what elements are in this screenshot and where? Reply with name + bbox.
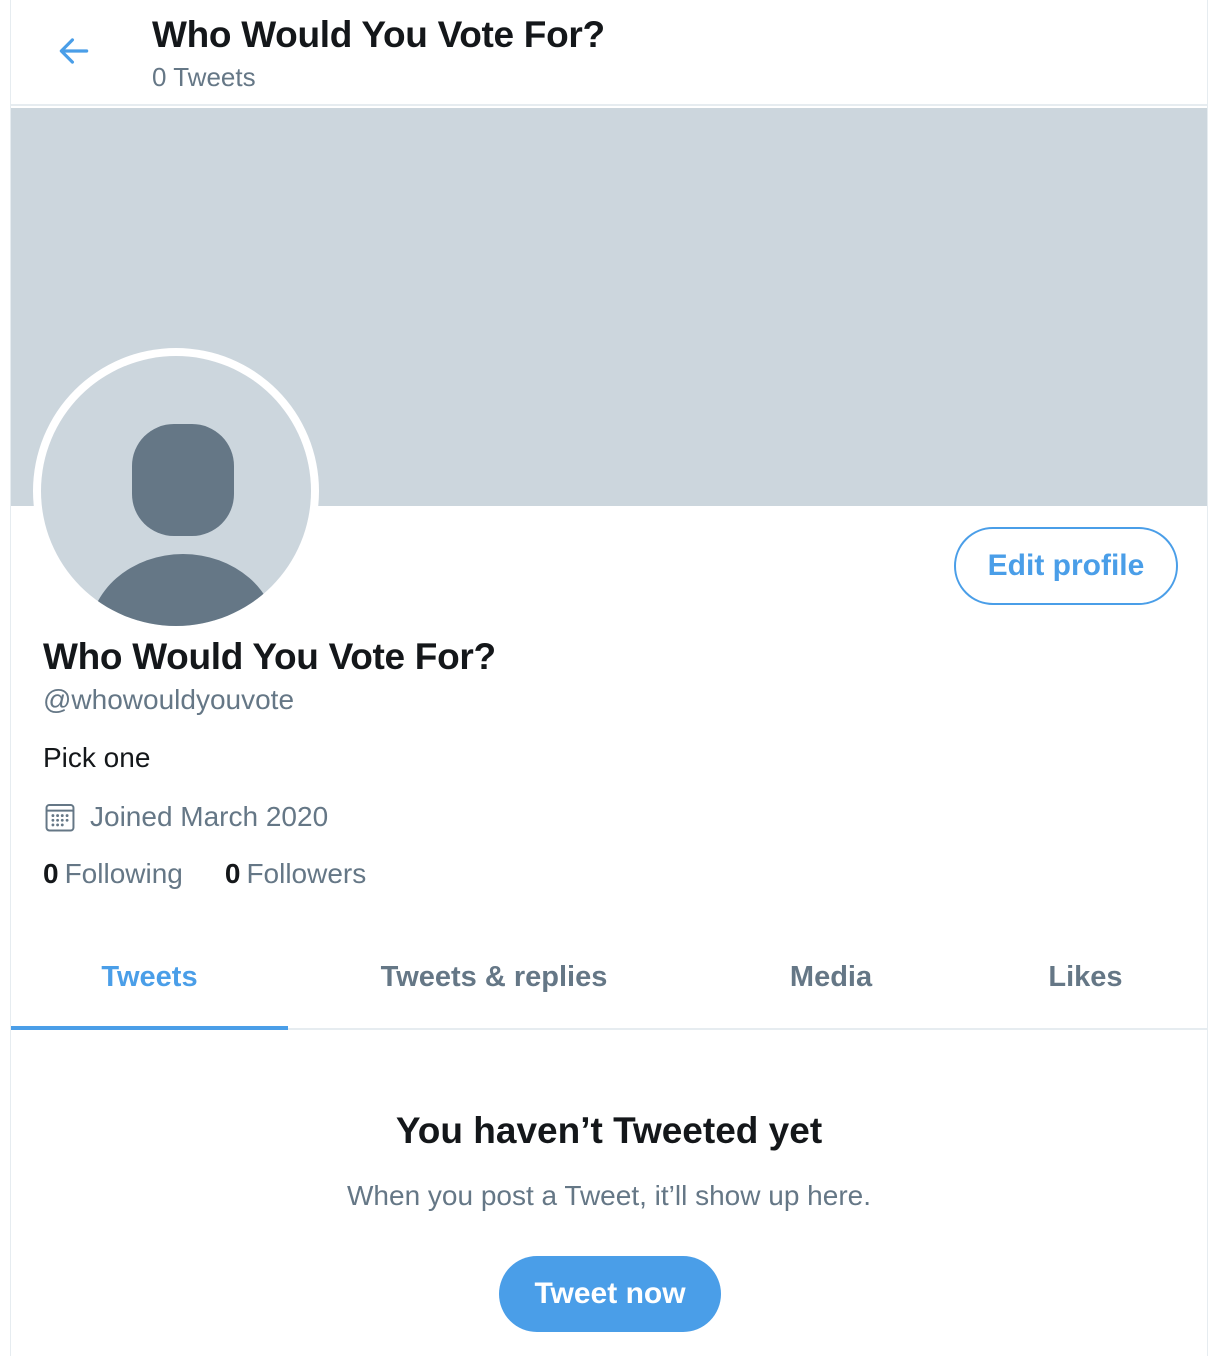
- joined-date: Joined March 2020: [43, 800, 328, 834]
- tab-likes[interactable]: Likes: [962, 926, 1209, 1028]
- edit-profile-button[interactable]: Edit profile: [954, 527, 1178, 605]
- default-avatar-icon: [89, 424, 277, 626]
- following-label: Following: [64, 858, 183, 889]
- joined-label: Joined March 2020: [90, 801, 329, 832]
- followers-link[interactable]: 0 Followers: [225, 858, 366, 890]
- tab-media[interactable]: Media: [700, 926, 962, 1028]
- avatar[interactable]: [33, 348, 319, 634]
- page-title: Who Would You Vote For?: [152, 14, 605, 55]
- back-button[interactable]: [45, 22, 103, 80]
- profile-name: Who Would You Vote For?: [43, 636, 496, 677]
- profile-tabs: Tweets Tweets & replies Media Likes: [11, 926, 1207, 1030]
- followers-count: 0: [224, 858, 241, 889]
- arrow-left-icon: [59, 38, 89, 64]
- tab-tweets[interactable]: Tweets: [11, 926, 288, 1030]
- top-bar: Who Would You Vote For? 0 Tweets: [11, 0, 1207, 106]
- tweet-now-button[interactable]: Tweet now: [499, 1256, 721, 1332]
- empty-state-subtitle: When you post a Tweet, it’ll show up her…: [347, 1180, 871, 1211]
- empty-state-title: You haven’t Tweeted yet: [395, 1110, 823, 1151]
- tweet-count: 0 Tweets: [152, 62, 256, 92]
- following-link[interactable]: 0 Following: [43, 858, 183, 890]
- tab-tweets-replies[interactable]: Tweets & replies: [288, 926, 700, 1028]
- following-count: 0: [43, 858, 59, 889]
- profile-column: Who Would You Vote For? 0 Tweets Edit pr…: [10, 0, 1208, 1356]
- followers-label: Followers: [246, 858, 367, 889]
- follow-stats: 0 Following 0 Followers: [43, 858, 408, 890]
- calendar-icon: [45, 803, 75, 832]
- profile-bio: Pick one: [43, 742, 151, 773]
- profile-handle: @whowouldyouvote: [43, 684, 295, 715]
